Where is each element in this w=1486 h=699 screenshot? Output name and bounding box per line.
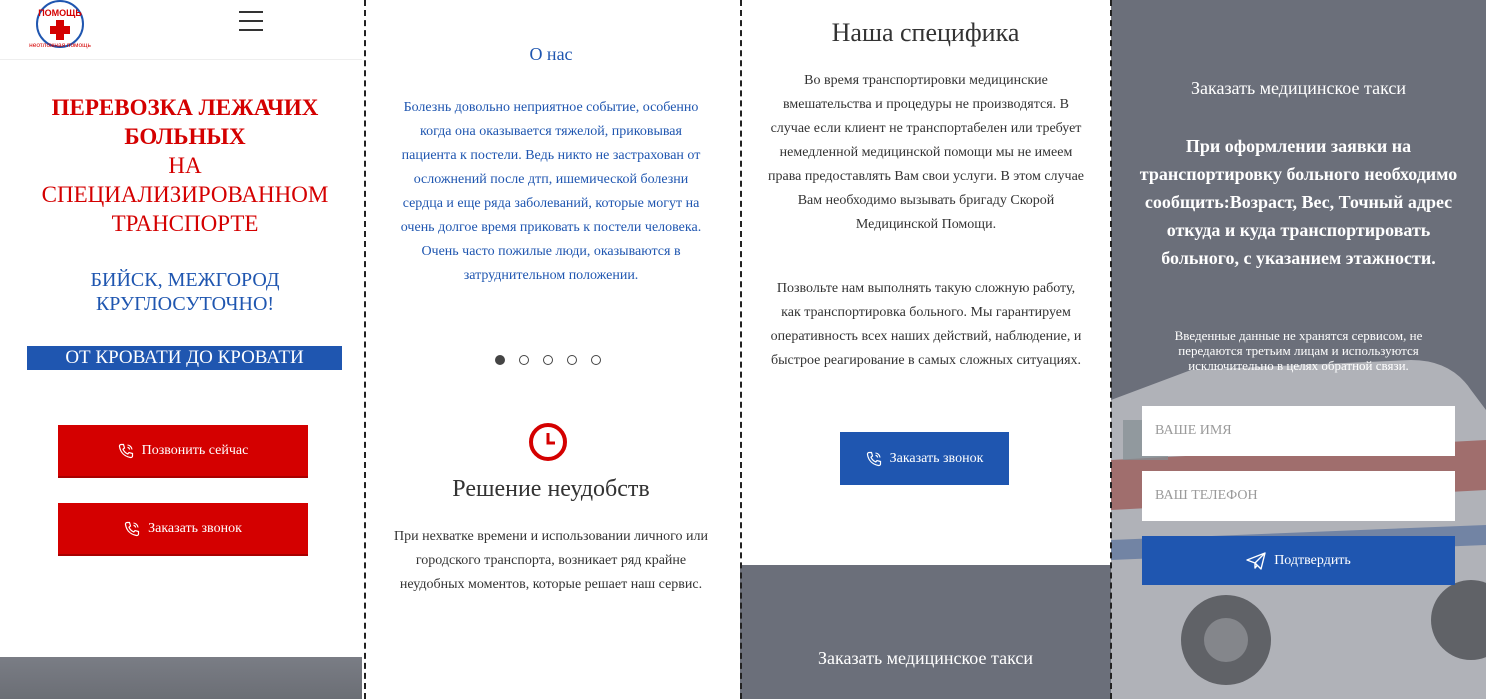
specifics-paragraph-1: Во время транспортировки медицинские вме… xyxy=(767,73,1085,232)
hero-line-5: ТРАНСПОРТЕ xyxy=(111,211,259,236)
taxi-section: Заказать медицинское такси xyxy=(740,565,1111,699)
slider-dot-4[interactable] xyxy=(567,355,577,365)
column-divider-1 xyxy=(364,0,366,699)
phone-input[interactable] xyxy=(1142,471,1455,521)
solution-title: Решение неудобств xyxy=(452,476,650,502)
section-divider xyxy=(0,657,362,699)
specifics-order-call-button[interactable]: Заказать звонок xyxy=(840,432,1009,485)
logo-text-bottom: неотложная помощь xyxy=(29,42,91,49)
order-form-column: Заказать медицинское такси При оформлени… xyxy=(1111,0,1486,699)
form-privacy-note: Введенные данные не хранятся сервисом, н… xyxy=(1174,328,1423,373)
call-now-label: Позвонить сейчас xyxy=(141,442,249,458)
hero-line-2: БОЛЬНЫХ xyxy=(124,124,246,149)
specifics-column: Наша специфика Во время транспортировки … xyxy=(740,0,1111,699)
hero-line-3: НА xyxy=(168,153,202,178)
logo[interactable]: ПОМОЩЬ неотложная помощь xyxy=(29,0,93,50)
submit-button[interactable]: Подтвердить xyxy=(1142,536,1455,585)
hero-title: ПЕРЕВОЗКА ЛЕЖАЧИХ БОЛЬНЫХ НА СПЕЦИАЛИЗИР… xyxy=(20,93,350,238)
order-call-label: Заказать звонок xyxy=(148,520,242,536)
form-title: Заказать медицинское такси xyxy=(1190,78,1407,98)
about-title: О нас xyxy=(529,44,573,64)
specifics-paragraph-2: Позвольте нам выполнять такую сложную ра… xyxy=(770,281,1082,368)
slider-dot-1[interactable] xyxy=(495,355,505,365)
slider-dot-3[interactable] xyxy=(543,355,553,365)
specifics-title: Наша специфика xyxy=(831,18,1020,47)
phone-icon xyxy=(118,443,133,458)
solution-text: При нехватке времени и использовании лич… xyxy=(394,529,708,592)
form-instructions: При оформлении заявки на транспортировку… xyxy=(1139,136,1458,268)
slider-dot-2[interactable] xyxy=(519,355,529,365)
hero-banner: ОТ КРОВАТИ ДО КРОВАТИ xyxy=(27,346,342,370)
taxi-section-title: Заказать медицинское такси xyxy=(817,648,1034,668)
name-input[interactable] xyxy=(1142,406,1455,456)
about-column: О нас Болезнь довольно неприятное событи… xyxy=(362,0,740,699)
phone-icon xyxy=(866,451,881,466)
hero-sub-2: КРУГЛОСУТОЧНО! xyxy=(95,293,275,315)
header: ПОМОЩЬ неотложная помощь xyxy=(0,0,362,60)
column-divider-3 xyxy=(1110,0,1112,699)
about-text: Болезнь довольно неприятное событие, осо… xyxy=(400,100,702,283)
hero-column: ПОМОЩЬ неотложная помощь ПЕРЕВОЗКА ЛЕЖАЧ… xyxy=(0,0,362,699)
logo-text-top: ПОМОЩЬ xyxy=(38,8,82,18)
phone-icon xyxy=(124,521,140,536)
specifics-order-call-label: Заказать звонок xyxy=(889,450,984,466)
submit-label: Подтвердить xyxy=(1274,552,1351,568)
clock-icon xyxy=(529,423,567,461)
send-icon xyxy=(1246,551,1266,570)
menu-icon[interactable] xyxy=(239,11,263,31)
slider-dots xyxy=(495,355,601,365)
slider-dot-5[interactable] xyxy=(591,355,601,365)
order-call-button[interactable]: Заказать звонок xyxy=(58,503,308,556)
hero-line-4: СПЕЦИАЛИЗИРОВАННОМ xyxy=(41,182,329,207)
hero-sub-1: БИЙСК, МЕЖГОРОД xyxy=(90,269,280,291)
hero-subtitle: БИЙСК, МЕЖГОРОД КРУГЛОСУТОЧНО! xyxy=(20,268,350,316)
hero-line-1: ПЕРЕВОЗКА ЛЕЖАЧИХ xyxy=(51,95,319,120)
call-now-button[interactable]: Позвонить сейчас xyxy=(58,425,308,478)
column-divider-2 xyxy=(740,0,742,699)
